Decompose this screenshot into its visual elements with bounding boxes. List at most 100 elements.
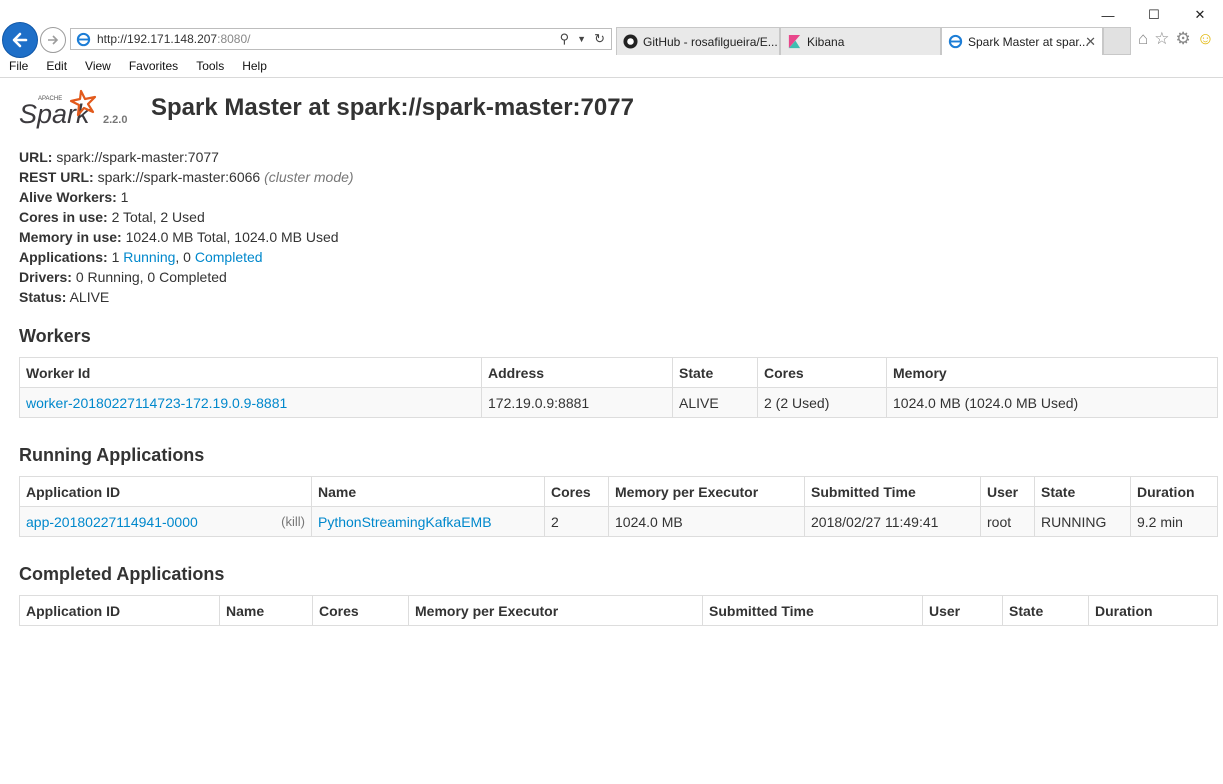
state-cell: RUNNING: [1034, 506, 1131, 537]
col-memory-per-executor[interactable]: Memory per Executor: [408, 595, 703, 626]
ie-page-icon: [948, 34, 963, 49]
menu-view[interactable]: View: [76, 57, 120, 75]
summary-drivers: Drivers: 0 Running, 0 Completed: [19, 269, 227, 285]
col-memory-per-executor[interactable]: Memory per Executor: [608, 476, 805, 507]
col-application-id[interactable]: Application ID: [19, 595, 220, 626]
address-cell: 172.19.0.9:8881: [481, 387, 673, 418]
forward-button[interactable]: [40, 27, 66, 53]
table-header-row: Worker Id Address State Cores Memory: [19, 357, 1218, 388]
spark-master-page: APACHE Spark 2.2.0 Spark Master at spark…: [19, 77, 1218, 626]
window-controls: — ☐ ✕: [1085, 4, 1223, 26]
page-header: APACHE Spark 2.2.0 Spark Master at spark…: [19, 77, 1218, 139]
table-header-row: Application ID Name Cores Memory per Exe…: [19, 595, 1218, 626]
col-name[interactable]: Name: [311, 476, 545, 507]
url-text[interactable]: http://192.171.148.207:8080/: [97, 32, 250, 46]
app-name-link[interactable]: PythonStreamingKafkaEMB: [318, 514, 492, 530]
user-cell: root: [980, 506, 1035, 537]
col-state[interactable]: State: [1002, 595, 1089, 626]
dropdown-icon[interactable]: ▼: [577, 31, 586, 48]
memory-cell: 1024.0 MB: [608, 506, 805, 537]
menu-favorites[interactable]: Favorites: [120, 57, 187, 75]
running-apps-link[interactable]: Running: [123, 249, 175, 265]
app-id-cell: app-20180227114941-0000 (kill): [19, 506, 312, 537]
col-state[interactable]: State: [672, 357, 758, 388]
refresh-icon[interactable]: ↻: [594, 31, 605, 48]
name-cell: PythonStreamingKafkaEMB: [311, 506, 545, 537]
address-bar[interactable]: http://192.171.148.207:8080/ ⚲ ▼ ↻: [70, 28, 612, 50]
completed-apps-link[interactable]: Completed: [195, 249, 263, 265]
col-submitted-time[interactable]: Submitted Time: [804, 476, 981, 507]
col-user[interactable]: User: [980, 476, 1035, 507]
tab-spark-master[interactable]: Spark Master at spar... ✕: [941, 27, 1103, 55]
tab-label: Kibana: [807, 34, 845, 49]
smiley-feedback-icon[interactable]: ☺: [1197, 29, 1214, 49]
col-address[interactable]: Address: [481, 357, 673, 388]
submitted-time-cell: 2018/02/27 11:49:41: [804, 506, 981, 537]
memory-cell: 1024.0 MB (1024.0 MB Used): [886, 387, 1218, 418]
tab-label: GitHub - rosafilgueira/E...: [643, 34, 778, 49]
col-memory[interactable]: Memory: [886, 357, 1218, 388]
col-cores[interactable]: Cores: [312, 595, 409, 626]
summary-url: URL: spark://spark-master:7077: [19, 149, 219, 165]
worker-link[interactable]: worker-20180227114723-172.19.0.9-8881: [26, 395, 287, 411]
tab-github[interactable]: GitHub - rosafilgueira/E...: [616, 27, 780, 55]
search-icon[interactable]: ⚲: [560, 31, 570, 48]
menu-help[interactable]: Help: [233, 57, 276, 75]
app-id-link[interactable]: app-20180227114941-0000: [26, 514, 198, 530]
col-worker-id[interactable]: Worker Id: [19, 357, 482, 388]
col-cores[interactable]: Cores: [544, 476, 609, 507]
tab-label: Spark Master at spar...: [968, 34, 1089, 49]
cores-cell: 2: [544, 506, 609, 537]
summary-applications: Applications: 1 Running, 0 Completed: [19, 249, 263, 265]
running-apps-heading: Running Applications: [19, 445, 205, 465]
menu-bar: File Edit View Favorites Tools Help: [0, 57, 276, 75]
menu-tools[interactable]: Tools: [187, 57, 233, 75]
settings-gear-icon[interactable]: ⚙: [1176, 29, 1191, 49]
duration-cell: 9.2 min: [1130, 506, 1218, 537]
summary-list: URL: spark://spark-master:7077 REST URL:…: [19, 147, 354, 307]
col-name[interactable]: Name: [219, 595, 313, 626]
close-icon[interactable]: ✕: [1177, 4, 1223, 26]
kill-link[interactable]: (kill): [281, 514, 305, 529]
table-header-row: Application ID Name Cores Memory per Exe…: [19, 476, 1218, 507]
menu-file[interactable]: File: [0, 57, 37, 75]
spark-logo: APACHE Spark: [19, 89, 97, 129]
table-row: worker-20180227114723-172.19.0.9-8881 17…: [19, 387, 1218, 418]
minimize-icon[interactable]: —: [1085, 4, 1131, 26]
forward-arrow-icon: [48, 35, 59, 45]
workers-table: Worker Id Address State Cores Memory wor…: [19, 357, 1218, 418]
maximize-icon[interactable]: ☐: [1131, 4, 1177, 26]
tab-close-icon[interactable]: ✕: [1085, 34, 1096, 50]
worker-id-cell: worker-20180227114723-172.19.0.9-8881: [19, 387, 482, 418]
completed-apps-table: Application ID Name Cores Memory per Exe…: [19, 595, 1218, 626]
col-state[interactable]: State: [1034, 476, 1131, 507]
favorites-star-icon[interactable]: ☆: [1154, 29, 1169, 49]
completed-apps-heading: Completed Applications: [19, 564, 225, 584]
col-duration[interactable]: Duration: [1130, 476, 1218, 507]
menu-edit[interactable]: Edit: [37, 57, 76, 75]
new-tab-button[interactable]: [1103, 27, 1131, 55]
running-apps-table: Application ID Name Cores Memory per Exe…: [19, 476, 1218, 537]
summary-cores: Cores in use: 2 Total, 2 Used: [19, 209, 205, 225]
version-label: 2.2.0: [103, 114, 128, 126]
summary-memory: Memory in use: 1024.0 MB Total, 1024.0 M…: [19, 229, 339, 245]
home-icon[interactable]: ⌂: [1138, 29, 1148, 49]
cores-cell: 2 (2 Used): [757, 387, 887, 418]
summary-status: Status: ALIVE: [19, 289, 110, 305]
tab-kibana[interactable]: Kibana: [780, 27, 941, 55]
ie-page-icon: [76, 32, 91, 47]
summary-rest-url: REST URL: spark://spark-master:6066 (clu…: [19, 169, 354, 185]
github-icon: [623, 34, 638, 49]
state-cell: ALIVE: [672, 387, 758, 418]
col-duration[interactable]: Duration: [1088, 595, 1218, 626]
summary-alive-workers: Alive Workers: 1: [19, 189, 129, 205]
back-button[interactable]: [2, 22, 38, 58]
col-user[interactable]: User: [922, 595, 1003, 626]
kibana-icon: [788, 34, 801, 49]
col-application-id[interactable]: Application ID: [19, 476, 312, 507]
back-arrow-icon: [12, 32, 28, 48]
col-cores[interactable]: Cores: [757, 357, 887, 388]
table-row: app-20180227114941-0000 (kill) PythonStr…: [19, 506, 1218, 537]
col-submitted-time[interactable]: Submitted Time: [702, 595, 923, 626]
page-title: Spark Master at spark://spark-master:707…: [151, 94, 634, 121]
